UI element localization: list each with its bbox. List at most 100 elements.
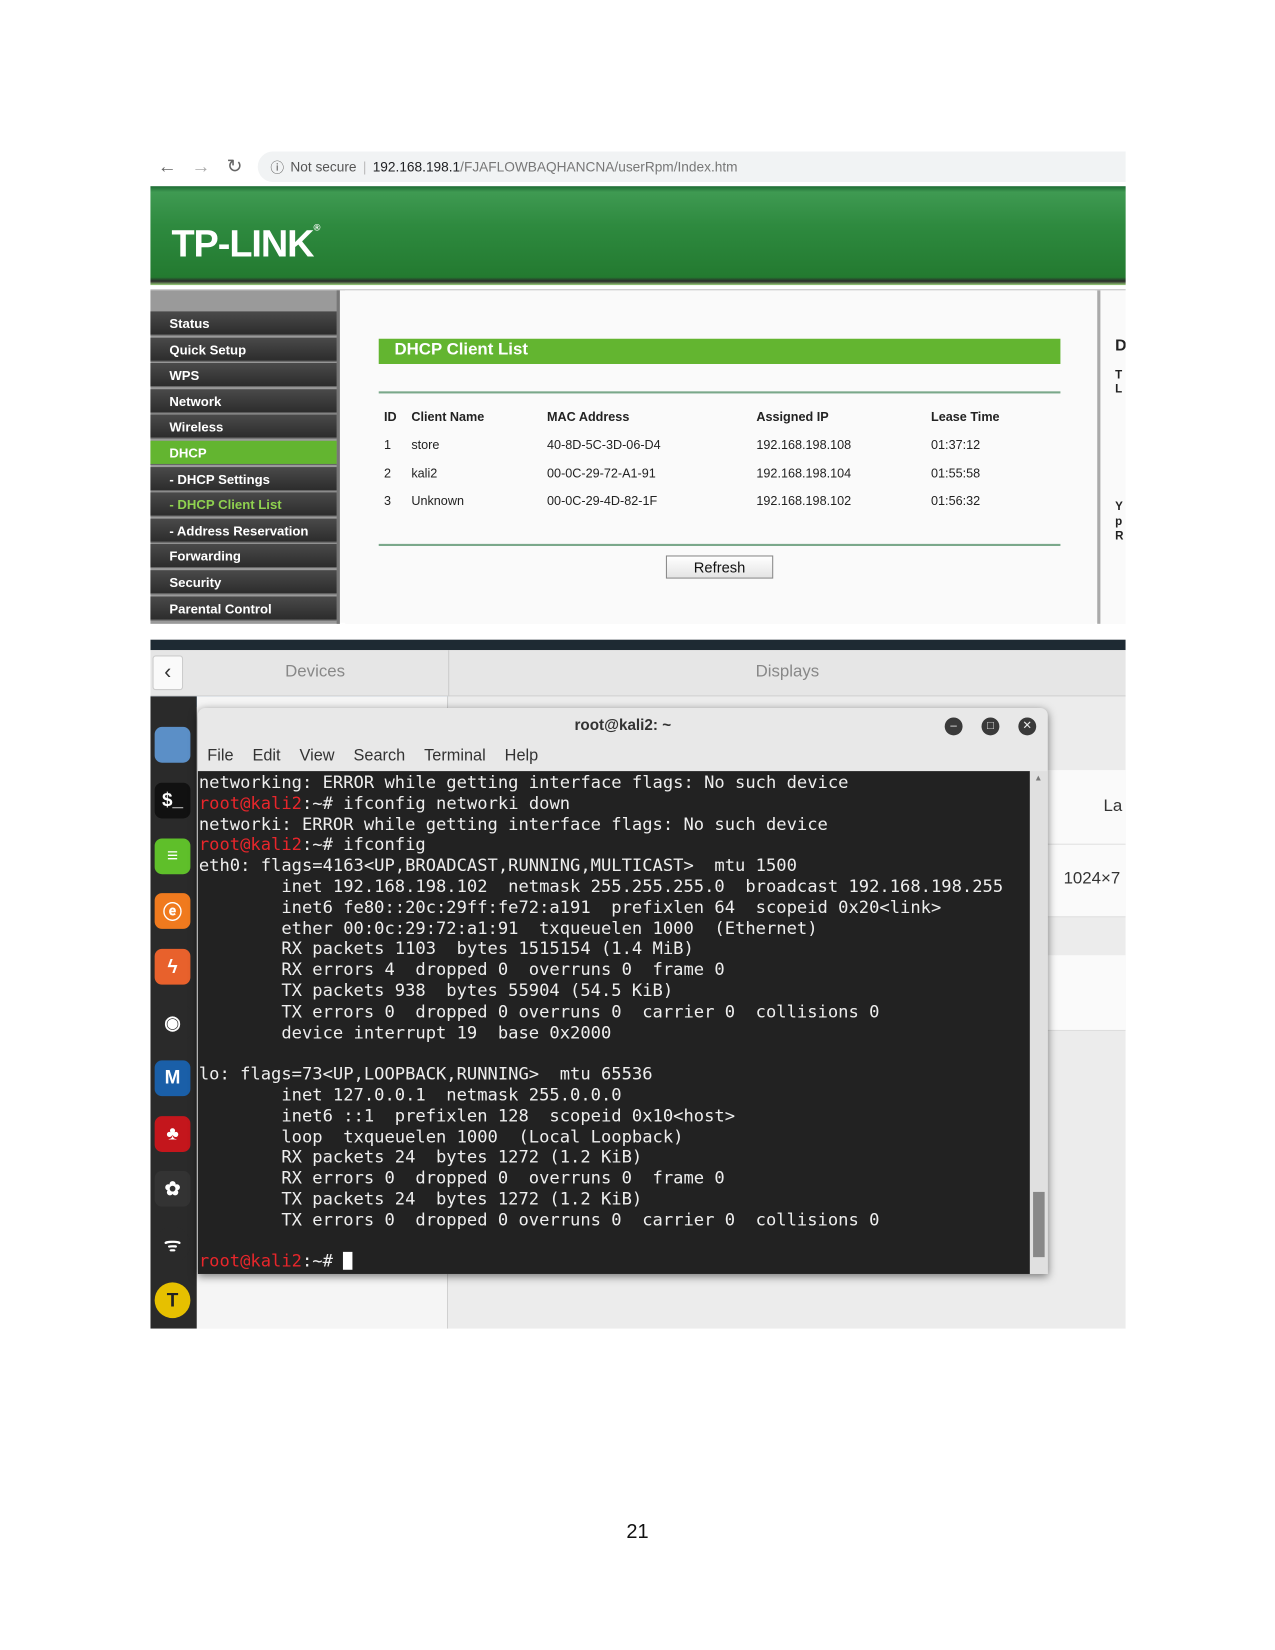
sidebar-item[interactable]: Forwarding	[150, 544, 337, 569]
prompt-user: root@kali2	[198, 1251, 302, 1272]
terminal-line: RX errors 0 dropped 0 overruns 0 frame 0	[199, 1168, 1030, 1189]
devices-title: Devices	[285, 662, 346, 681]
wifi-tool-icon[interactable]: ᯤ	[154, 1226, 191, 1263]
table-cell: Unknown	[411, 493, 464, 509]
router-header: TP-LINK®	[150, 186, 1126, 286]
help-text-fragment: L	[1115, 382, 1123, 396]
terminal-line: inet6 ::1 prefixlen 128 scopeid 0x10<hos…	[199, 1105, 1030, 1126]
terminal-line: ether 00:0c:29:72:a1:91 txqueuelen 1000 …	[199, 918, 1030, 939]
table-cell: 2	[383, 465, 392, 481]
command-text: RX errors 4 dropped 0 overruns 0 frame 0	[198, 959, 725, 980]
sidebar-item[interactable]: Security	[150, 570, 337, 595]
menu-bar: File Edit View Search Terminal Help	[198, 742, 1048, 771]
sidebar-item[interactable]: Network	[150, 389, 337, 414]
back-button[interactable]: ‹	[152, 655, 184, 691]
prompt-user: root@kali2	[198, 792, 302, 813]
security-label: Not secure	[290, 158, 357, 175]
settings-header: ‹ Devices Displays	[150, 650, 1126, 697]
sidebar-item[interactable]: DHCP	[150, 440, 337, 465]
scrollbar[interactable]: ▲	[1029, 771, 1048, 1274]
command-text: networking: ERROR while getting interfac…	[198, 772, 849, 793]
sidebar-item[interactable]: - DHCP Client List	[150, 492, 337, 517]
kismet-icon[interactable]: T	[154, 1282, 191, 1319]
sidebar-item[interactable]: WPS	[150, 363, 337, 388]
maximize-icon[interactable]: □	[981, 717, 1000, 736]
faraday-icon[interactable]: ✿	[154, 1171, 191, 1208]
menu-item-search[interactable]: Search	[354, 747, 406, 766]
terminal-line: inet 127.0.0.1 netmask 255.0.0.0	[199, 1085, 1030, 1106]
divider	[378, 391, 1061, 394]
table-cell: 00-0C-29-72-A1-91	[547, 465, 656, 481]
minimize-icon[interactable]: –	[944, 717, 963, 736]
command-text: TX packets 938 bytes 55904 (54.5 KiB)	[198, 980, 674, 1001]
cherrytree-icon[interactable]: ♣	[154, 1115, 191, 1152]
forward-arrow-icon[interactable]: →	[184, 156, 218, 178]
refresh-button[interactable]: Refresh	[665, 555, 774, 579]
sidebar-item[interactable]: Wireless	[150, 414, 337, 440]
terminal-line: TX errors 0 dropped 0 overruns 0 carrier…	[199, 1210, 1030, 1231]
notes-icon[interactable]: ≡	[154, 838, 191, 874]
menu-item-edit[interactable]: Edit	[252, 747, 280, 766]
sidebar-item[interactable]: Parental Control	[150, 595, 337, 621]
terminal-line: TX packets 938 bytes 55904 (54.5 KiB)	[199, 980, 1030, 1001]
close-icon[interactable]: ✕	[1018, 717, 1037, 736]
command-text: RX errors 0 dropped 0 overruns 0 frame 0	[198, 1167, 725, 1188]
terminal-line: lo: flags=73<UP,LOOPBACK,RUNNING> mtu 65…	[199, 1064, 1030, 1085]
table-cell: 192.168.198.108	[756, 437, 852, 453]
scrollbar-thumb[interactable]	[1033, 1191, 1045, 1258]
column-header: Lease Time	[931, 409, 1000, 424]
router-content: DHCP Client List Refresh ID Client Name MA…	[345, 290, 1096, 624]
command-text: inet6 ::1 prefixlen 128 scopeid 0x10<hos…	[198, 1105, 736, 1126]
terminal-line: ​	[199, 1043, 1030, 1064]
sidebar-item[interactable]: - Address Reservation	[150, 518, 337, 543]
command-text: ether 00:0c:29:72:a1:91 txqueuelen 1000 …	[198, 917, 818, 938]
terminal-line: networking: ERROR while getting interfac…	[199, 772, 1030, 793]
back-arrow-icon[interactable]: ←	[150, 156, 184, 178]
menu-item-help[interactable]: Help	[505, 747, 539, 766]
terminal-line: inet 192.168.198.102 netmask 255.255.255…	[199, 876, 1030, 897]
terminal-line: RX packets 1103 bytes 1515154 (1.4 MiB)	[199, 939, 1030, 960]
sidebar-item[interactable]: Quick Setup	[150, 337, 337, 362]
table-cell: store	[411, 437, 440, 453]
command-text: networki: ERROR while getting interface …	[198, 813, 828, 834]
command-text: lo: flags=73<UP,LOOPBACK,RUNNING> mtu 65…	[198, 1063, 653, 1084]
table-cell: 01:56:32	[931, 493, 981, 509]
divider	[378, 543, 1061, 546]
terminal-line: root@kali2:~#	[199, 1251, 1030, 1272]
files-icon[interactable]	[154, 726, 191, 763]
browser-toolbar: ← → ↻ ⓘ Not secure | 192.168.198.1/FJAFL…	[150, 150, 1126, 184]
dock: $_ ≡ ⓔ ϟ ◉ M ♣ ✿ ᯤ T	[150, 696, 197, 1329]
menu-item-file[interactable]: File	[207, 747, 233, 766]
table-cell: 192.168.198.102	[756, 493, 852, 509]
terminal-output[interactable]: networking: ERROR while getting interfac…	[197, 771, 1030, 1274]
maltego-icon[interactable]: ◉	[154, 1004, 191, 1041]
info-icon[interactable]: ⓘ	[270, 157, 284, 177]
table-cell: 01:37:12	[931, 437, 981, 453]
terminal-line: networki: ERROR while getting interface …	[199, 814, 1030, 835]
sidebar-item[interactable]: Status	[150, 311, 337, 336]
sidebar-item[interactable]: - DHCP Settings	[150, 466, 337, 491]
table-cell: 1	[383, 437, 392, 453]
terminal-icon[interactable]: $_	[154, 782, 191, 819]
window-title: root@kali2: ~	[574, 717, 672, 735]
menu-item-view[interactable]: View	[300, 747, 335, 766]
table-cell: 3	[383, 493, 392, 509]
metasploit-icon[interactable]: M	[154, 1060, 191, 1096]
terminal-line: device interrupt 19 base 0x2000	[199, 1022, 1030, 1043]
menu-item-terminal[interactable]: Terminal	[424, 747, 486, 766]
command-text: inet 127.0.0.1 netmask 255.0.0.0	[198, 1084, 622, 1105]
terminal-line: RX packets 24 bytes 1272 (1.2 KiB)	[199, 1147, 1030, 1168]
command-text: eth0: flags=4163<UP,BROADCAST,RUNNING,MU…	[198, 855, 797, 876]
address-bar[interactable]: ⓘ Not secure | 192.168.198.1/FJAFLOWBAQH…	[257, 151, 1126, 182]
armitage-icon[interactable]: ϟ	[154, 949, 191, 985]
column-header: Assigned IP	[756, 409, 829, 424]
router-body: Status Quick Setup WPS Network Wireless DHCP -…	[150, 289, 1126, 624]
reload-icon[interactable]: ↻	[218, 156, 252, 178]
table-cell: 192.168.198.104	[756, 465, 852, 481]
router-sidebar: Status Quick Setup WPS Network Wireless DHCP -…	[150, 290, 340, 624]
command-text: TX errors 0 dropped 0 overruns 0 carrier…	[198, 1001, 880, 1022]
terminal-window[interactable]: root@kali2: ~ – □ ✕ File Edit View Search Te…	[197, 707, 1048, 1274]
help-text-fragment: T	[1115, 369, 1123, 382]
terminal-line: eth0: flags=4163<UP,BROADCAST,RUNNING,MU…	[199, 855, 1030, 876]
burpsuite-icon[interactable]: ⓔ	[154, 893, 191, 930]
